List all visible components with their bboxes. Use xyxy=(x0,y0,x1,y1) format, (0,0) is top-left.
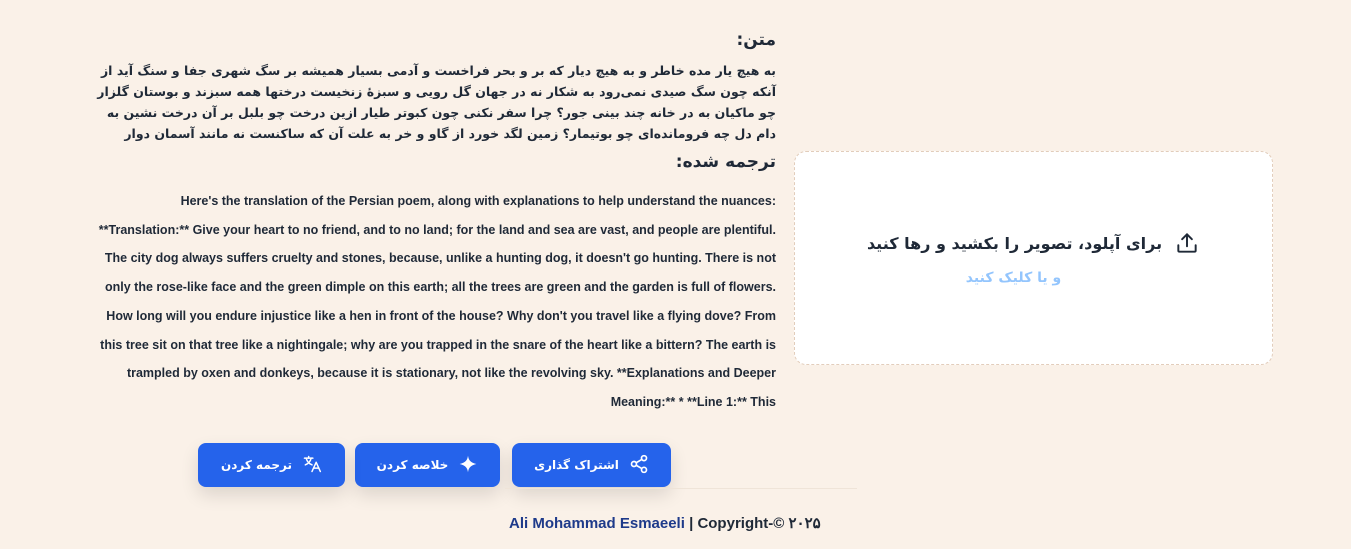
footer: Ali Mohammad Esmaeeli | Copyright-© ۲۰۲۵ xyxy=(509,514,821,532)
sparkle-icon xyxy=(458,454,478,477)
share-button[interactable]: اشتراک گذاری xyxy=(512,443,671,487)
text-section-title: متن: xyxy=(736,30,776,50)
upload-row: برای آپلود، تصویر را بکشید و رها کنید xyxy=(867,230,1200,256)
translate-button-label: ترجمه کردن xyxy=(221,458,292,472)
source-text: به هیچ یار مده خاطر و به هیچ دیار که بر … xyxy=(97,63,776,141)
footer-divider xyxy=(505,488,857,489)
upload-dropzone[interactable]: برای آپلود، تصویر را بکشید و رها کنید و … xyxy=(794,151,1273,365)
share-button-label: اشتراک گذاری xyxy=(534,458,619,472)
translate-button[interactable]: ترجمه کردن xyxy=(198,443,345,487)
page: متن: به هیچ یار مده خاطر و به هیچ دیار ک… xyxy=(0,0,1351,549)
share-icon xyxy=(629,454,649,477)
translation-text: Here's the translation of the Persian po… xyxy=(98,194,776,409)
translation-section-title: ترجمه شده: xyxy=(675,152,776,172)
translate-icon xyxy=(302,454,322,477)
summarize-button[interactable]: خلاصه کردن xyxy=(355,443,500,487)
summarize-button-label: خلاصه کردن xyxy=(376,458,449,472)
upload-icon xyxy=(1174,230,1200,256)
upload-title: برای آپلود، تصویر را بکشید و رها کنید xyxy=(866,233,1163,253)
upload-click-hint[interactable]: و یا کلیک کنید xyxy=(966,270,1061,286)
copyright-text: | Copyright-© ۲۰۲۵ xyxy=(684,515,821,532)
content-panel: متن: به هیچ یار مده خاطر و به هیچ دیار ک… xyxy=(92,28,776,417)
author-link[interactable]: Ali Mohammad Esmaeeli xyxy=(509,515,685,532)
